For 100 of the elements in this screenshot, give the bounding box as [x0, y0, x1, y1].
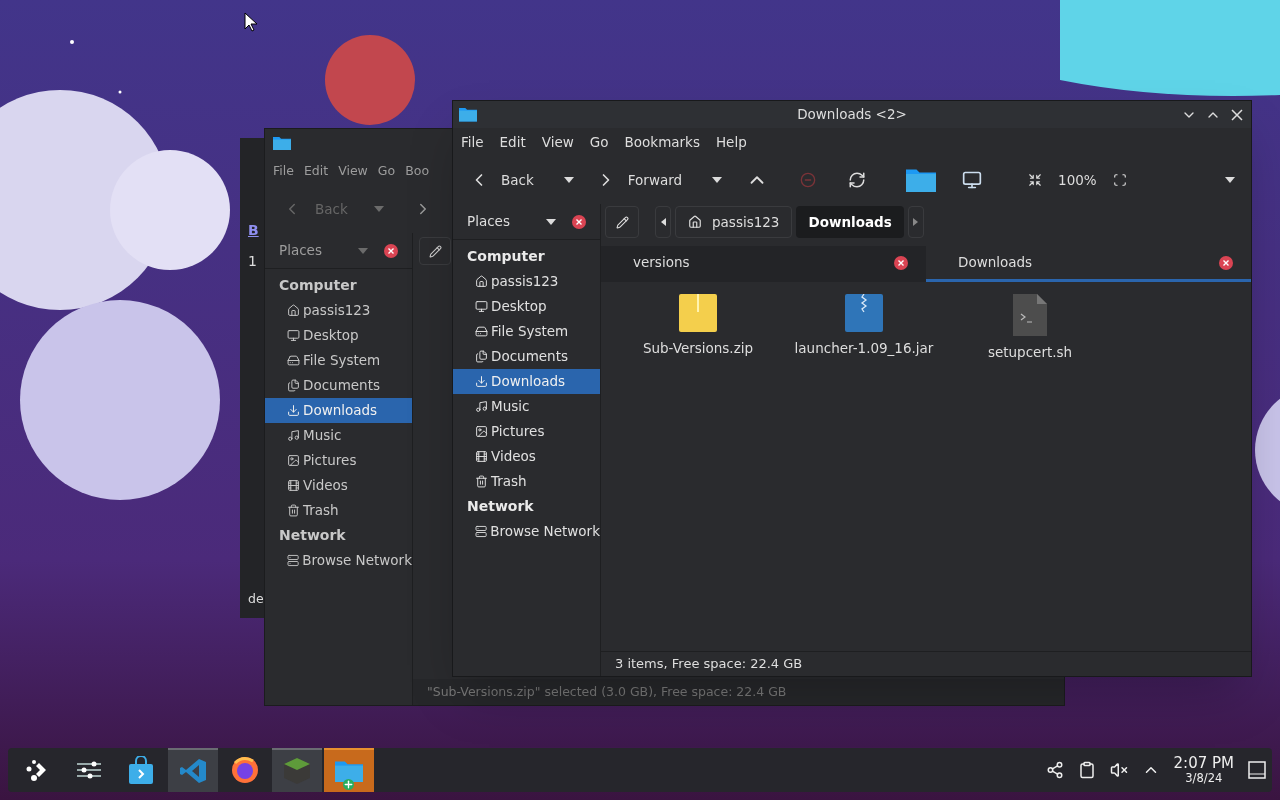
sidebar-item[interactable]: Documents: [453, 344, 600, 369]
sidebar-item[interactable]: Desktop: [453, 294, 600, 319]
sidebar-item[interactable]: Videos: [453, 444, 600, 469]
sidebar-item[interactable]: Trash: [265, 498, 412, 523]
film-icon: [287, 479, 300, 492]
folder-icon: [459, 107, 477, 122]
sidebar-item[interactable]: Music: [453, 394, 600, 419]
zoom-level: 100%: [1058, 170, 1097, 190]
link[interactable]: B: [248, 220, 259, 241]
refresh-icon[interactable]: [848, 171, 867, 189]
documents-icon: [287, 379, 300, 392]
zoom-fit-icon[interactable]: [1112, 173, 1127, 187]
monitor-icon: [287, 329, 300, 342]
menu-item[interactable]: Help: [715, 131, 747, 153]
close-icon[interactable]: [1229, 106, 1245, 123]
close-icon[interactable]: [384, 243, 398, 258]
path-segment[interactable]: Downloads: [796, 206, 904, 238]
close-icon[interactable]: [894, 255, 908, 270]
grid-item[interactable]: launcher-1.09_16.jar: [789, 294, 939, 361]
places-label[interactable]: Places: [279, 240, 322, 261]
show-desktop-icon[interactable]: [1248, 761, 1266, 779]
sidebar-item[interactable]: File System: [265, 348, 412, 373]
sidebar-item[interactable]: Browse Network: [265, 548, 412, 573]
grid-item[interactable]: Sub-Versions.zip: [623, 294, 773, 361]
sidebar-item[interactable]: Music: [265, 423, 412, 448]
back-button[interactable]: Back: [501, 169, 534, 191]
picture-icon: [475, 425, 488, 438]
close-icon[interactable]: [1219, 255, 1233, 270]
caret-icon: [373, 206, 384, 212]
sidebar-heading: Computer: [466, 247, 546, 266]
menu-item[interactable]: File: [461, 131, 484, 153]
caret-icon: [1225, 177, 1235, 183]
zoom-out-icon[interactable]: [1028, 173, 1043, 187]
close-icon[interactable]: [572, 214, 586, 229]
sidebar-item[interactable]: Downloads: [265, 398, 412, 423]
drive-icon: [475, 325, 488, 338]
scroll-left-button[interactable]: [655, 206, 671, 238]
plus-icon: [343, 779, 354, 791]
clock[interactable]: 2:07 PM 3/8/24: [1173, 755, 1234, 785]
archive-icon: [679, 294, 717, 332]
sidebar-item[interactable]: Documents: [265, 373, 412, 398]
grid-item[interactable]: setupcert.sh: [955, 294, 1105, 365]
drive-icon: [287, 354, 300, 367]
menu-item[interactable]: Edit: [499, 131, 526, 153]
right-triangle-icon: [913, 218, 919, 226]
computer-icon[interactable]: [962, 170, 983, 190]
caret-icon: [712, 177, 723, 183]
sidebar-item[interactable]: Pictures: [265, 448, 412, 473]
script-file-icon: [1013, 294, 1047, 336]
cursor-icon: [244, 12, 258, 32]
download-icon: [475, 375, 488, 388]
server-icon: [475, 525, 488, 538]
caret-icon: [546, 218, 556, 225]
menu-item[interactable]: View: [541, 131, 574, 153]
sidebar-item[interactable]: File System: [453, 319, 600, 344]
sidebar-item[interactable]: Trash: [453, 469, 600, 494]
clipboard-icon[interactable]: [1077, 761, 1096, 779]
sidebar-item[interactable]: passis123: [265, 298, 412, 323]
pencil-icon: [615, 215, 629, 229]
sidebar-heading: Computer: [278, 276, 358, 295]
menu-item[interactable]: Bookmarks: [624, 131, 700, 153]
edit-path-button[interactable]: [605, 206, 639, 238]
home-folder-button[interactable]: [906, 168, 937, 192]
tab[interactable]: Downloads: [926, 246, 1251, 282]
menu-item[interactable]: View: [338, 161, 368, 181]
pencil-icon: [428, 244, 442, 258]
edit-path-button[interactable]: [419, 237, 451, 265]
scroll-right-button[interactable]: [907, 206, 924, 238]
sidebar-item[interactable]: Pictures: [453, 419, 600, 444]
path-segment[interactable]: passis123: [675, 206, 793, 238]
menu-item[interactable]: Go: [377, 161, 396, 181]
text-line: de: [248, 590, 264, 608]
menu-item[interactable]: Edit: [303, 161, 329, 181]
menu-item[interactable]: Go: [589, 131, 609, 153]
sidebar-item[interactable]: Desktop: [265, 323, 412, 348]
forward-button[interactable]: Forward: [627, 169, 683, 191]
sliders-icon: [76, 759, 102, 781]
menu-item[interactable]: File: [273, 161, 294, 181]
network-icon[interactable]: [1045, 761, 1064, 779]
left-triangle-icon: [660, 218, 666, 226]
documents-icon: [475, 350, 488, 363]
folder-icon: [335, 759, 363, 783]
window-title: Downloads <2>: [797, 105, 907, 125]
picture-icon: [287, 454, 300, 467]
sidebar-item[interactable]: Videos: [265, 473, 412, 498]
sidebar-item[interactable]: Downloads: [453, 369, 600, 394]
text-line: 1: [248, 252, 257, 271]
status-text: 3 items, Free space: 22.4 GB: [615, 655, 803, 674]
server-icon: [287, 554, 300, 567]
status-text: "Sub-Versions.zip" selected (3.0 GB), Free space: 22.4 GB: [427, 682, 787, 701]
places-label[interactable]: Places: [467, 211, 510, 232]
menu-item[interactable]: Boo: [405, 161, 430, 181]
home-icon: [287, 304, 300, 317]
sidebar-item[interactable]: Browse Network: [453, 519, 600, 544]
home-icon: [475, 275, 488, 288]
grass-block-icon: [282, 756, 312, 786]
muted-speaker-icon[interactable]: [1109, 761, 1128, 779]
music-note-icon: [287, 429, 300, 442]
sidebar-heading: Network: [278, 526, 347, 545]
sidebar-item[interactable]: passis123: [453, 269, 600, 294]
